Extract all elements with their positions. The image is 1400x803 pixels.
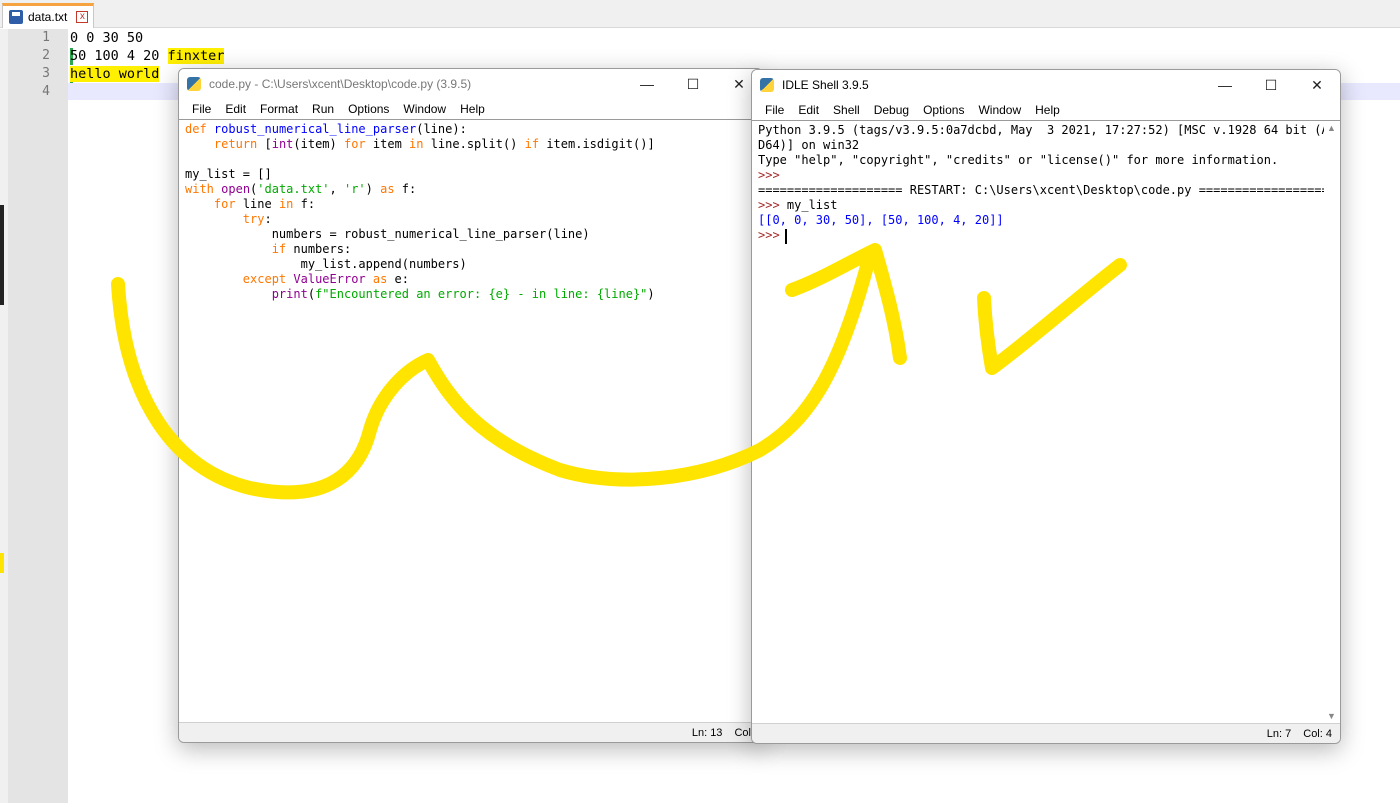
menu-edit[interactable]: Edit xyxy=(218,102,253,116)
line-number: 2 xyxy=(42,48,50,63)
tab-label: data.txt xyxy=(28,10,68,24)
menu-shell[interactable]: Shell xyxy=(826,103,867,117)
column-indicator: Col: 4 xyxy=(1303,727,1332,740)
fold-margin xyxy=(0,29,8,803)
code-window-menubar: File Edit Format Run Options Window Help xyxy=(179,99,762,119)
shell-command-line: >>> my_list xyxy=(758,198,837,212)
side-panel-marker xyxy=(0,553,4,573)
shell-command: my_list xyxy=(779,198,838,212)
line-number: 4 xyxy=(42,84,50,99)
menu-run[interactable]: Run xyxy=(305,102,341,116)
code-text-area[interactable]: def robust_numerical_line_parser(line): … xyxy=(179,119,762,722)
menu-file[interactable]: File xyxy=(758,103,791,117)
highlighted-text: finxter xyxy=(167,48,225,64)
close-tab-icon[interactable]: x xyxy=(76,11,89,23)
python-icon xyxy=(187,77,201,91)
code-line-7: try: xyxy=(242,212,272,226)
highlighted-text: hello world xyxy=(70,66,160,82)
editor-line-1[interactable]: 0 0 30 50 xyxy=(70,30,143,46)
save-icon xyxy=(9,10,23,24)
line-indicator: Ln: 7 xyxy=(1266,727,1292,740)
shell-banner-line: Python 3.9.5 (tags/v3.9.5:0a7dcbd, May 3… xyxy=(758,123,1336,137)
scroll-up-icon[interactable]: ▲ xyxy=(1327,123,1336,133)
line-indicator: Ln: 13 xyxy=(691,726,723,739)
menu-file[interactable]: File xyxy=(185,102,218,116)
idle-shell-window[interactable]: IDLE Shell 3.9.5 — ☐ ✕ File Edit Shell D… xyxy=(751,69,1341,744)
editor-line-3[interactable]: hello world xyxy=(70,66,160,82)
menu-edit[interactable]: Edit xyxy=(791,103,826,117)
line-number: 3 xyxy=(42,66,50,81)
code-line-6: for line in f: xyxy=(213,197,316,211)
line-number-gutter: 1 2 3 4 xyxy=(8,29,73,803)
code-line-1: def robust_numerical_line_parser(line): xyxy=(185,122,467,136)
line2-text: 50 100 4 20 xyxy=(70,48,168,64)
shell-window-titlebar[interactable]: IDLE Shell 3.9.5 — ☐ ✕ xyxy=(752,70,1340,100)
shell-window-statusbar: Ln: 7 Col: 4 xyxy=(752,723,1340,743)
shell-banner-line: Type "help", "copyright", "credits" or "… xyxy=(758,153,1279,167)
maximize-icon[interactable]: ☐ xyxy=(1248,70,1294,100)
code-line-12: print(f"Encountered an error: {e} - in l… xyxy=(271,287,655,301)
shell-restart-line: ==================== RESTART: C:\Users\x… xyxy=(758,183,1336,197)
shell-scrollbar[interactable]: ▲ ▼ xyxy=(1324,121,1340,723)
code-line-2: return [int(item) for item in line.split… xyxy=(213,137,655,151)
shell-output: [[0, 0, 30, 50], [50, 100, 4, 20]] xyxy=(758,213,1004,227)
code-line-9: if numbers: xyxy=(271,242,352,256)
menu-window[interactable]: Window xyxy=(396,102,453,116)
code-editor-window[interactable]: code.py - C:\Users\xcent\Desktop\code.py… xyxy=(178,68,763,743)
shell-window-menubar: File Edit Shell Debug Options Window Hel… xyxy=(752,100,1340,120)
side-panel-edge xyxy=(0,205,4,305)
close-icon[interactable]: ✕ xyxy=(1294,70,1340,100)
code-line-5: with open('data.txt', 'r') as f: xyxy=(185,182,417,196)
maximize-icon[interactable]: ☐ xyxy=(670,69,716,99)
menu-help[interactable]: Help xyxy=(1028,103,1067,117)
code-line-10: my_list.append(numbers) xyxy=(300,257,467,271)
scroll-down-icon[interactable]: ▼ xyxy=(1327,711,1336,721)
code-line-4: my_list = [] xyxy=(185,167,272,181)
menu-options[interactable]: Options xyxy=(916,103,971,117)
menu-options[interactable]: Options xyxy=(341,102,396,116)
shell-prompt: >>> xyxy=(758,198,780,212)
shell-text-area[interactable]: Python 3.9.5 (tags/v3.9.5:0a7dcbd, May 3… xyxy=(752,120,1340,723)
shell-banner-line: D64)] on win32 xyxy=(758,138,860,152)
menu-format[interactable]: Format xyxy=(253,102,305,116)
python-icon xyxy=(760,78,774,92)
menu-help[interactable]: Help xyxy=(453,102,492,116)
text-cursor xyxy=(785,229,787,244)
menu-debug[interactable]: Debug xyxy=(867,103,916,117)
window-title: code.py - C:\Users\xcent\Desktop\code.py… xyxy=(209,77,472,91)
minimize-icon[interactable]: — xyxy=(1202,70,1248,100)
code-line-8: numbers = robust_numerical_line_parser(l… xyxy=(271,227,590,241)
editor-line-2[interactable]: 50 100 4 20 finxter xyxy=(70,48,225,64)
window-title: IDLE Shell 3.9.5 xyxy=(782,78,869,92)
menu-window[interactable]: Window xyxy=(971,103,1028,117)
code-line-11: except ValueError as e: xyxy=(242,272,410,286)
code-window-titlebar[interactable]: code.py - C:\Users\xcent\Desktop\code.py… xyxy=(179,69,762,99)
editor-tab-bar: data.txt x xyxy=(0,0,1400,28)
shell-prompt: >>> xyxy=(758,168,780,182)
code-window-statusbar: Ln: 13 Col: xyxy=(179,722,762,742)
shell-prompt: >>> xyxy=(758,228,780,242)
tab-data-txt[interactable]: data.txt x xyxy=(2,3,94,28)
minimize-icon[interactable]: — xyxy=(624,69,670,99)
line-number: 1 xyxy=(42,30,50,45)
